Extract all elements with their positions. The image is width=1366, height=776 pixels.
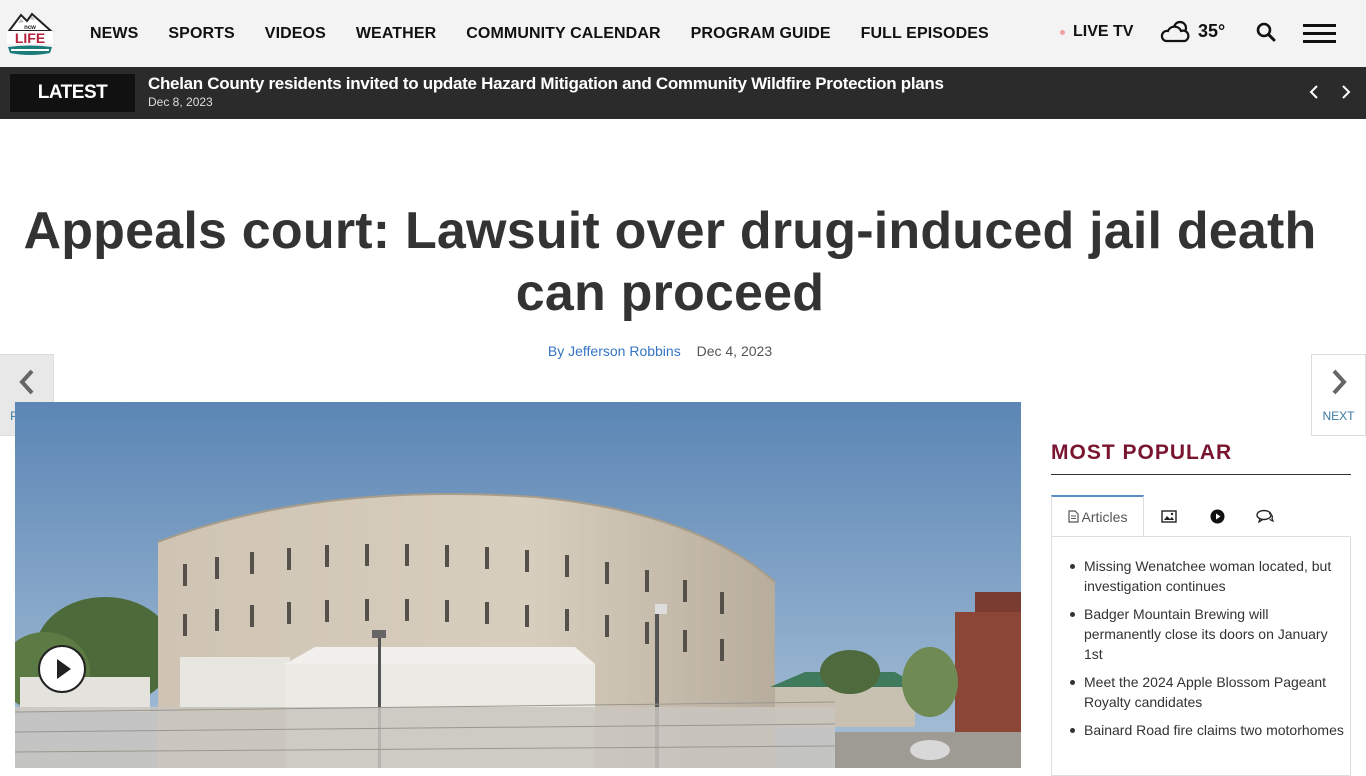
chevron-left-icon (0, 369, 53, 402)
nav-full-episodes[interactable]: FULL EPISODES (861, 25, 989, 43)
weather-widget[interactable]: 35° (1160, 18, 1225, 44)
article-byline: By Jefferson Robbins Dec 4, 2023 (0, 343, 1320, 359)
site-logo[interactable]: ncw LIFE (5, 9, 55, 57)
next-label: NEXT (1322, 409, 1355, 423)
list-item[interactable]: Bainard Road fire claims two motorhomes (1070, 720, 1344, 740)
hamburger-menu-icon[interactable] (1303, 22, 1337, 44)
tab-articles[interactable]: Articles (1051, 495, 1144, 537)
most-popular-list: Missing Wenatchee woman located, but inv… (1070, 556, 1344, 748)
latest-headline[interactable]: Chelan County residents invited to updat… (148, 74, 944, 94)
most-popular-heading: MOST POPULAR (1051, 441, 1233, 464)
tab-comments[interactable] (1247, 495, 1283, 537)
article-hero-image[interactable] (15, 402, 1021, 768)
play-circle-icon (1210, 509, 1224, 523)
nav-program-guide[interactable]: PROGRAM GUIDE (691, 25, 831, 43)
top-navigation: ncw LIFE NEWS SPORTS VIDEOS WEATHER COMM… (0, 0, 1366, 67)
ticker-next-chevron-icon[interactable] (1336, 79, 1356, 105)
heading-divider (1051, 474, 1351, 475)
nav-community-calendar[interactable]: COMMUNITY CALENDAR (466, 25, 660, 43)
list-item[interactable]: Missing Wenatchee woman located, but inv… (1070, 556, 1344, 596)
live-tv-label: LIVE TV (1073, 23, 1134, 40)
play-video-icon[interactable] (38, 645, 86, 693)
nav-sports[interactable]: SPORTS (168, 25, 234, 43)
next-article-button[interactable]: NEXT (1311, 354, 1366, 436)
svg-text:LIFE: LIFE (15, 30, 45, 46)
list-item[interactable]: Badger Mountain Brewing will permanently… (1070, 604, 1344, 664)
temperature: 35° (1198, 20, 1226, 41)
document-icon (1067, 510, 1079, 523)
search-icon[interactable] (1256, 22, 1276, 42)
nav-videos[interactable]: VIDEOS (265, 25, 326, 43)
tab-videos[interactable] (1199, 495, 1235, 537)
latest-label: LATEST (10, 74, 135, 112)
latest-date: Dec 8, 2023 (148, 95, 213, 109)
live-indicator-dot (1060, 29, 1065, 35)
ticker-prev-chevron-icon[interactable] (1304, 79, 1324, 105)
chevron-right-icon (1312, 369, 1365, 402)
nav-news[interactable]: NEWS (90, 25, 138, 43)
main-menu: NEWS SPORTS VIDEOS WEATHER COMMUNITY CAL… (90, 0, 1019, 67)
most-popular-tabs: Articles (1051, 495, 1351, 537)
comments-icon (1256, 509, 1274, 523)
latest-news-ticker: LATEST Chelan County residents invited t… (0, 67, 1366, 119)
list-item[interactable]: Meet the 2024 Apple Blossom Pageant Roya… (1070, 672, 1344, 712)
article-title: Appeals court: Lawsuit over drug-induced… (23, 202, 1317, 322)
tab-photos[interactable] (1151, 495, 1187, 537)
author-link[interactable]: By Jefferson Robbins (548, 343, 681, 359)
tab-articles-label: Articles (1081, 508, 1128, 525)
cloud-sun-icon (1160, 20, 1190, 43)
image-icon (1161, 509, 1177, 523)
nav-weather[interactable]: WEATHER (356, 25, 436, 43)
article-date: Dec 4, 2023 (696, 343, 773, 359)
live-tv-link[interactable]: LIVE TV (1060, 23, 1133, 41)
